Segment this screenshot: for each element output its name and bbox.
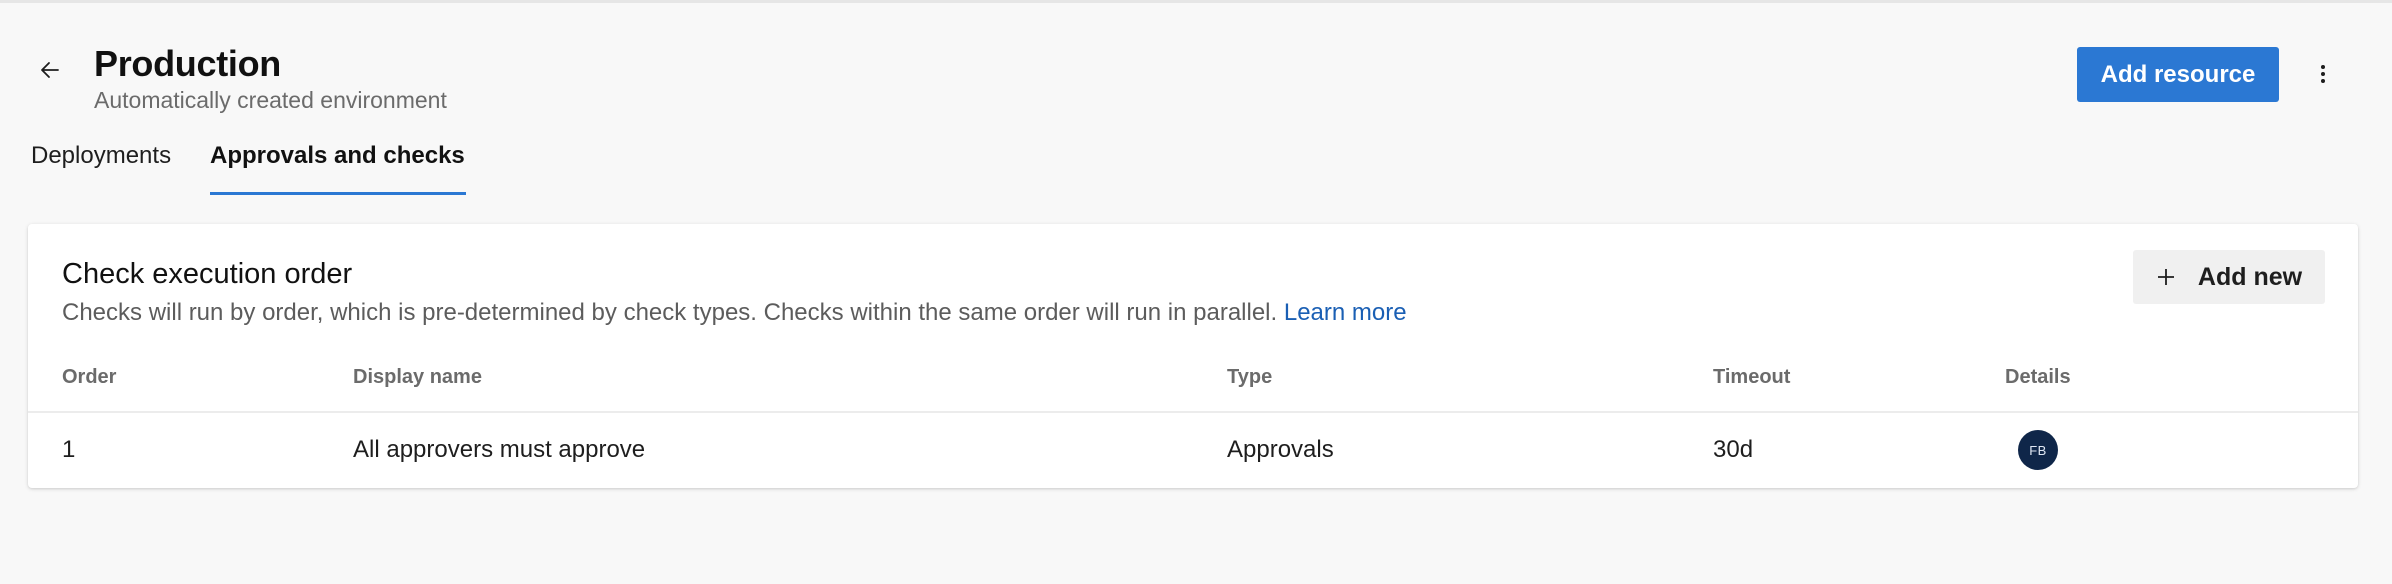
card-description-text: Checks will run by order, which is pre-d…	[62, 299, 1278, 326]
check-execution-order-card: Check execution order Checks will run by…	[28, 224, 2358, 488]
add-new-button[interactable]: Add new	[2133, 250, 2325, 304]
column-header-type: Type	[1227, 366, 1273, 388]
column-header-details: Details	[2005, 366, 2071, 388]
cell-type: Approvals	[1227, 436, 1334, 463]
selected-tab-indicator	[210, 192, 466, 195]
add-new-label: Add new	[2197, 262, 2303, 291]
card-title: Check execution order	[62, 258, 353, 290]
avatar[interactable]: FB	[2018, 430, 2058, 470]
tab-approvals-and-checks[interactable]: Approvals and checks	[210, 140, 465, 172]
cell-timeout: 30d	[1713, 436, 1754, 463]
back-button[interactable]	[32, 52, 68, 88]
column-header-order: Order	[62, 366, 117, 388]
column-header-timeout: Timeout	[1713, 366, 1791, 388]
cell-order: 1	[62, 436, 76, 463]
top-border	[0, 0, 2392, 3]
tab-deployments[interactable]: Deployments	[31, 140, 171, 172]
arrow-left-icon	[41, 62, 59, 78]
table-row[interactable]: 1 All approvers must approve Approvals 3…	[28, 413, 2358, 488]
more-options-button[interactable]	[2305, 56, 2341, 92]
page-title: Production	[94, 43, 281, 84]
cell-display-name: All approvers must approve	[353, 436, 646, 463]
more-vertical-icon	[2321, 65, 2325, 83]
add-resource-button[interactable]: Add resource	[2077, 47, 2279, 102]
learn-more-link[interactable]: Learn more	[1284, 299, 1407, 326]
column-header-display-name: Display name	[353, 366, 482, 388]
plus-icon	[2157, 269, 2174, 285]
card-description: Checks will run by order, which is pre-d…	[62, 298, 1407, 328]
page-subtitle: Automatically created environment	[94, 87, 447, 113]
